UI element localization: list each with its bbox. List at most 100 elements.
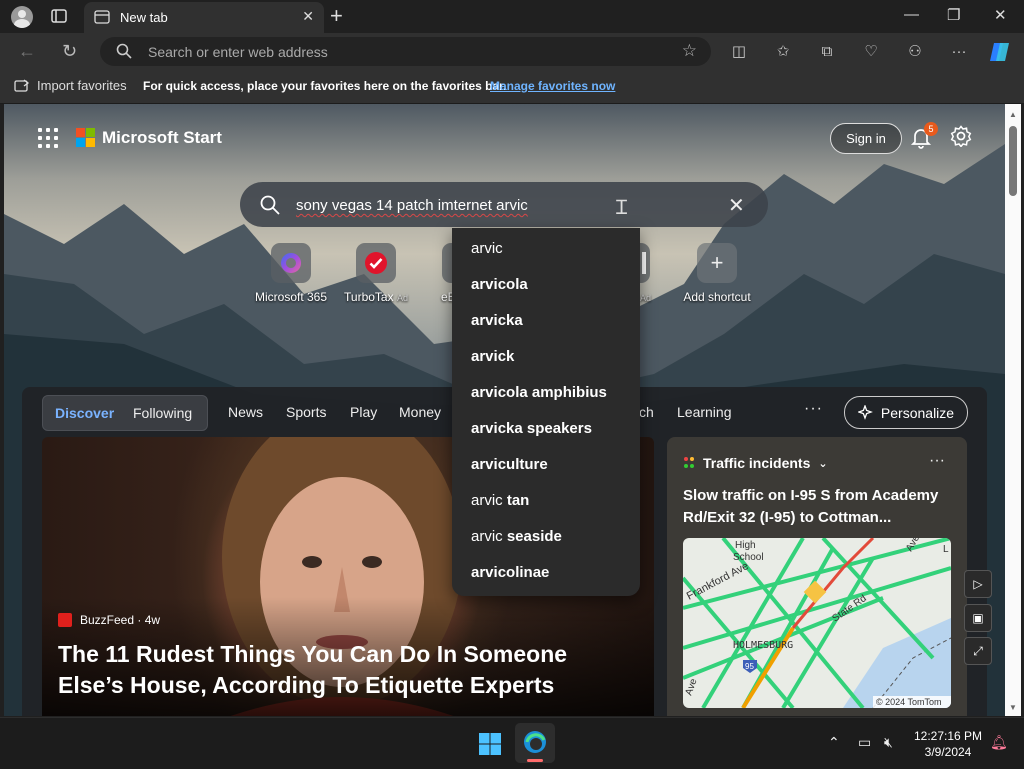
edge-taskbar-button[interactable] — [515, 723, 555, 763]
play-icon[interactable]: ▷ — [964, 570, 992, 598]
tab-actions-icon[interactable] — [50, 7, 68, 25]
article-title[interactable]: The 11 Rudest Things You Can Do In Someo… — [58, 639, 638, 701]
suggestion-item[interactable]: arvick — [471, 348, 514, 365]
nav-news[interactable]: News — [228, 404, 263, 420]
system-clock[interactable]: 12:27:16 PM 3/9/2024 — [904, 728, 992, 760]
suggestion-item[interactable]: arvic seaside — [471, 528, 562, 545]
microsoft-logo-icon — [76, 128, 95, 147]
nav-sports[interactable]: Sports — [286, 404, 326, 420]
sparkle-icon — [857, 404, 873, 420]
sign-in-button[interactable]: Sign in — [830, 123, 902, 154]
tab-discover[interactable]: Discover — [55, 405, 114, 421]
traffic-title[interactable]: Slow traffic on I-95 S from Academy Rd/E… — [683, 485, 955, 529]
extensions-icon[interactable]: ⚇ — [904, 40, 926, 62]
suggestion-completion: arvicola amphibius — [471, 384, 607, 401]
address-toolbar: ← ↻ Search or enter web address ☆ ◫ ✩ ⧉ … — [0, 33, 1024, 70]
suggestion-prefix: arvic — [471, 240, 503, 257]
copilot-icon[interactable] — [988, 40, 1014, 64]
windows-start-icon[interactable] — [478, 732, 502, 756]
nav-money[interactable]: Money — [399, 404, 441, 420]
favorite-star-icon[interactable]: ☆ — [682, 41, 697, 61]
browser-essentials-icon[interactable]: ♡ — [860, 40, 882, 62]
traffic-header[interactable]: Traffic incidents ⌄ — [683, 455, 828, 471]
new-tab-button[interactable]: + — [330, 4, 343, 28]
traffic-card[interactable]: Traffic incidents ⌄ ··· Slow traffic on … — [667, 437, 967, 716]
back-button[interactable]: ← — [18, 41, 36, 62]
profile-avatar[interactable] — [8, 4, 36, 30]
title-bar: New tab ✕ + — ❐ ✕ — [0, 0, 1024, 33]
map-label: High — [735, 540, 756, 551]
add-shortcut-button[interactable]: + Add shortcut — [672, 243, 762, 304]
traffic-map[interactable]: High School Frankford Ave State Rd HOLME… — [683, 538, 951, 708]
page-scrollbar[interactable]: ▲ ▼ — [1005, 104, 1021, 716]
show-hidden-icons-chevron[interactable]: ⌃ — [828, 734, 840, 751]
scrollbar-thumb[interactable] — [1009, 126, 1017, 196]
suggestion-completion: arvicka speakers — [471, 420, 592, 437]
nav-partial[interactable]: ch — [639, 404, 654, 420]
favorites-tip: For quick access, place your favorites h… — [143, 79, 507, 93]
import-favorites-button[interactable]: Import favorites — [14, 78, 127, 93]
taskbar: ⌃ ▭ 🔇︎ 12:27:16 PM 3/9/2024 🔔︎ — [0, 717, 1024, 769]
scroll-up-icon[interactable]: ▲ — [1009, 110, 1017, 119]
shortcut-label: TurboTax — [344, 290, 394, 304]
search-query-text[interactable]: sony vegas 14 patch imternet arvic — [296, 197, 528, 214]
turbotax-icon — [365, 252, 387, 274]
nav-play[interactable]: Play — [350, 404, 377, 420]
suggestion-completion: seaside — [506, 528, 562, 545]
app-launcher-icon[interactable] — [38, 128, 58, 148]
settings-gear-icon[interactable] — [950, 125, 972, 147]
clear-search-icon[interactable]: ✕ — [728, 193, 745, 218]
suggestion-item[interactable]: arvicka speakers — [471, 420, 592, 437]
manage-favorites-link[interactable]: Manage favorites now — [490, 79, 615, 93]
import-favorites-label: Import favorites — [37, 78, 127, 93]
shortcut-ebay[interactable]: eB — [416, 243, 456, 304]
suggestion-item[interactable]: arvic — [471, 240, 503, 257]
close-window-button[interactable]: ✕ — [994, 6, 1007, 24]
tab-following[interactable]: Following — [133, 405, 192, 421]
address-bar[interactable]: Search or enter web address ☆ — [100, 37, 711, 66]
suggestion-completion: arviculture — [471, 456, 548, 473]
close-tab-icon[interactable]: ✕ — [302, 8, 314, 25]
scroll-down-icon[interactable]: ▼ — [1009, 703, 1017, 712]
settings-more-icon[interactable]: ··· — [948, 40, 970, 62]
notification-center-icon[interactable]: 🔔︎ — [990, 734, 1008, 751]
shortcut-turbotax[interactable]: TurboTax Ad — [331, 243, 421, 304]
text-cursor-icon: Ɪ — [616, 197, 628, 219]
nav-learning[interactable]: Learning — [677, 404, 732, 420]
brand-title[interactable]: Microsoft Start — [102, 128, 222, 148]
chevron-down-icon[interactable]: ⌄ — [818, 457, 827, 470]
tab-new-tab[interactable]: New tab ✕ — [84, 2, 324, 33]
shortcut-microsoft-365[interactable]: Microsoft 365 — [246, 243, 336, 304]
plus-icon: + — [697, 243, 737, 283]
favorites-icon[interactable]: ✩ — [772, 40, 794, 62]
suggestion-completion: tan — [506, 492, 530, 509]
suggestion-prefix: arvic — [471, 528, 507, 545]
tab-title: New tab — [120, 10, 168, 25]
card-more-icon[interactable]: ··· — [929, 452, 945, 470]
web-search-box[interactable]: sony vegas 14 patch imternet arvic Ɪ ✕ — [240, 182, 768, 227]
restore-button[interactable]: ❐ — [947, 6, 960, 24]
minimize-button[interactable]: — — [904, 6, 919, 23]
suggestion-item[interactable]: arvicola — [471, 276, 528, 293]
network-icon[interactable]: ▭ — [858, 734, 871, 751]
map-label: 95 — [745, 662, 754, 671]
suggestion-item[interactable]: arvicola amphibius — [471, 384, 607, 401]
shortcut-partial[interactable]: Ad — [636, 243, 666, 304]
suggestion-item[interactable]: arvicolinae — [471, 564, 549, 581]
volume-icon[interactable]: 🔇︎ — [884, 734, 893, 751]
collections-icon[interactable]: ⧉ — [816, 40, 838, 62]
edge-icon — [524, 731, 546, 753]
map-label: HOLMESBURG — [733, 640, 793, 651]
suggestion-item[interactable]: arvicka — [471, 312, 523, 329]
search-icon — [260, 195, 280, 215]
nav-more-icon[interactable]: ··· — [804, 400, 823, 418]
map-label: L — [943, 544, 949, 555]
suggestion-item[interactable]: arvic tan — [471, 492, 529, 509]
refresh-button[interactable]: ↻ — [62, 41, 77, 62]
personalize-button[interactable]: Personalize — [844, 396, 968, 429]
image-icon[interactable]: ▣ — [964, 604, 992, 632]
expand-icon[interactable]: ⤢ — [964, 637, 992, 665]
suggestion-item[interactable]: arviculture — [471, 456, 548, 473]
suggestion-completion: arvicolinae — [471, 564, 550, 581]
split-screen-icon[interactable]: ◫ — [728, 40, 750, 62]
